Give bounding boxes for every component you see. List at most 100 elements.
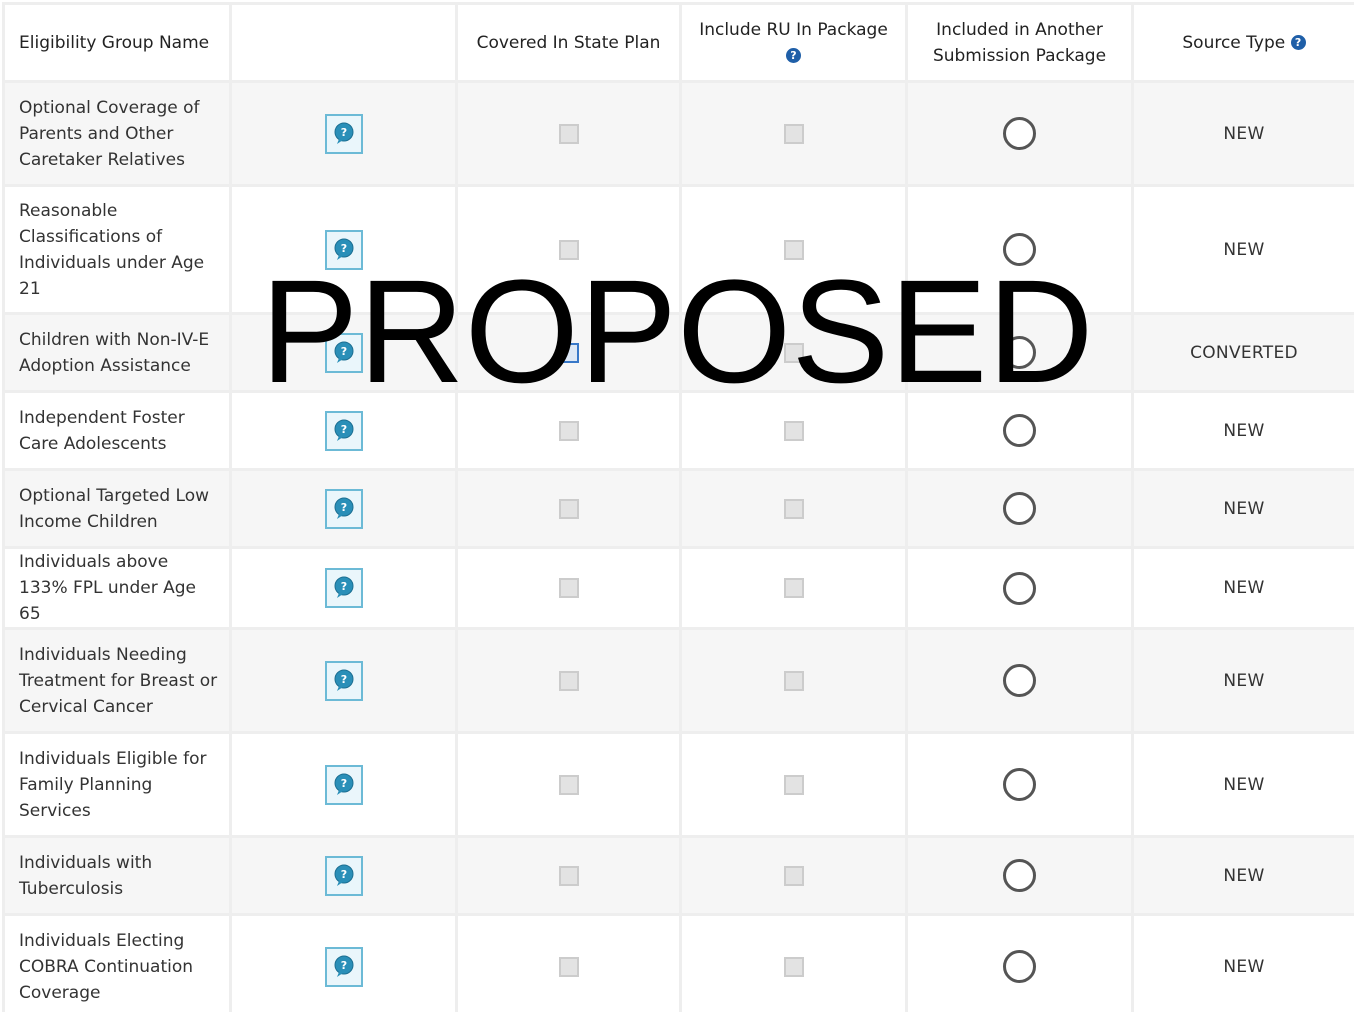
column-header-label: Include RU In Package [699,19,888,40]
another-package-cell [905,390,1134,471]
svg-text:?: ? [340,673,346,686]
include-ru-checkbox[interactable] [783,670,804,691]
comment-cell: ? [229,913,458,1012]
group-name-cell: Reasonable Classifications of Individual… [2,184,232,315]
comment-cell: ? [229,546,458,630]
include-ru-cell [679,546,908,630]
include-ru-checkbox[interactable] [783,956,804,977]
another-package-radio[interactable] [1003,336,1036,369]
include-ru-cell [679,731,908,838]
covered-checkbox[interactable] [558,498,579,519]
another-package-radio[interactable] [1003,233,1036,266]
comment-bubble-button[interactable]: ? [324,229,363,270]
another-package-radio[interactable] [1003,571,1036,605]
covered-cell [455,312,682,393]
covered-cell [455,468,682,549]
group-name-cell: Individuals Needing Treatment for Breast… [2,627,232,734]
svg-text:?: ? [340,868,346,881]
comment-cell: ? [229,184,458,315]
svg-text:?: ? [340,959,346,972]
source-type-cell: NEW [1131,468,1354,549]
another-package-radio[interactable] [1003,859,1036,892]
another-package-cell [905,546,1134,630]
include-ru-checkbox[interactable] [783,498,804,519]
include-ru-cell [679,913,908,1012]
include-ru-checkbox[interactable] [783,123,804,144]
group-name-cell: Individuals Eligible for Family Planning… [2,731,232,838]
comment-bubble-button[interactable]: ? [324,946,363,987]
table-row: Individuals with Tuberculosis ? NEW [2,835,1354,916]
covered-checkbox[interactable] [558,865,579,886]
covered-cell [455,80,682,187]
another-package-cell [905,835,1134,916]
include-ru-checkbox[interactable] [783,420,804,441]
group-name-cell: Individuals above 133% FPL under Age 65 [2,546,232,630]
another-package-radio[interactable] [1003,492,1036,525]
source-type-cell: NEW [1131,184,1354,315]
covered-checkbox[interactable] [558,123,579,144]
table-row: Independent Foster Care Adolescents ? NE… [2,390,1354,471]
comment-cell: ? [229,80,458,187]
column-header-blank [229,2,458,83]
include-ru-cell [679,627,908,734]
comment-cell: ? [229,731,458,838]
comment-bubble-button[interactable]: ? [324,764,363,805]
table-row: Individuals Eligible for Family Planning… [2,731,1354,838]
include-ru-cell [679,80,908,187]
another-package-radio[interactable] [1003,664,1036,697]
another-package-cell [905,913,1134,1012]
speech-bubble-icon: ? [334,864,353,886]
another-package-radio[interactable] [1003,414,1036,447]
column-header-source-type: Source Type ? [1131,2,1354,83]
comment-bubble-button[interactable]: ? [324,568,363,608]
another-package-radio[interactable] [1003,117,1036,150]
source-type-value: CONVERTED [1190,342,1298,363]
comment-bubble-button[interactable]: ? [324,113,363,154]
svg-text:?: ? [340,242,346,255]
question-circle-icon[interactable]: ? [786,48,801,63]
another-package-radio[interactable] [1003,768,1036,801]
include-ru-checkbox[interactable] [783,774,804,795]
include-ru-checkbox[interactable] [783,239,804,260]
covered-checkbox[interactable] [558,670,579,691]
table-row: Individuals Electing COBRA Continuation … [2,913,1354,1012]
covered-cell [455,184,682,315]
table-row: Individuals Needing Treatment for Breast… [2,627,1354,734]
source-type-value: NEW [1223,956,1265,977]
group-name-cell: Individuals with Tuberculosis [2,835,232,916]
source-type-value: NEW [1223,865,1265,886]
source-type-cell: NEW [1131,546,1354,630]
comment-bubble-button[interactable]: ? [324,488,363,529]
speech-bubble-icon: ? [334,576,353,598]
source-type-value: NEW [1223,578,1265,598]
source-type-value: NEW [1223,239,1265,260]
column-header-another-package: Included in Another Submission Package [905,2,1134,83]
speech-bubble-icon: ? [334,122,353,144]
another-package-radio[interactable] [1003,950,1036,983]
comment-cell: ? [229,468,458,549]
include-ru-checkbox[interactable] [783,865,804,886]
comment-bubble-button[interactable]: ? [324,855,363,896]
covered-checkbox[interactable] [558,420,579,441]
include-ru-checkbox[interactable] [783,578,804,598]
group-name-cell: Optional Targeted Low Income Children [2,468,232,549]
covered-cell [455,627,682,734]
covered-checkbox[interactable] [558,578,579,598]
covered-checkbox[interactable] [558,239,579,260]
covered-cell [455,546,682,630]
covered-checkbox[interactable] [558,342,579,363]
speech-bubble-icon: ? [334,419,353,441]
source-type-cell: NEW [1131,627,1354,734]
another-package-cell [905,731,1134,838]
question-circle-icon[interactable]: ? [1290,35,1306,50]
comment-bubble-button[interactable]: ? [324,660,363,701]
table-row: Reasonable Classifications of Individual… [2,184,1354,315]
covered-checkbox[interactable] [558,956,579,977]
table-row: Optional Coverage of Parents and Other C… [2,80,1354,187]
comment-bubble-button[interactable]: ? [324,410,363,451]
covered-checkbox[interactable] [558,774,579,795]
comment-bubble-button[interactable]: ? [324,332,363,373]
include-ru-checkbox[interactable] [783,342,804,363]
speech-bubble-icon: ? [334,497,353,519]
table-header-row: Eligibility Group Name Covered In State … [2,2,1354,83]
